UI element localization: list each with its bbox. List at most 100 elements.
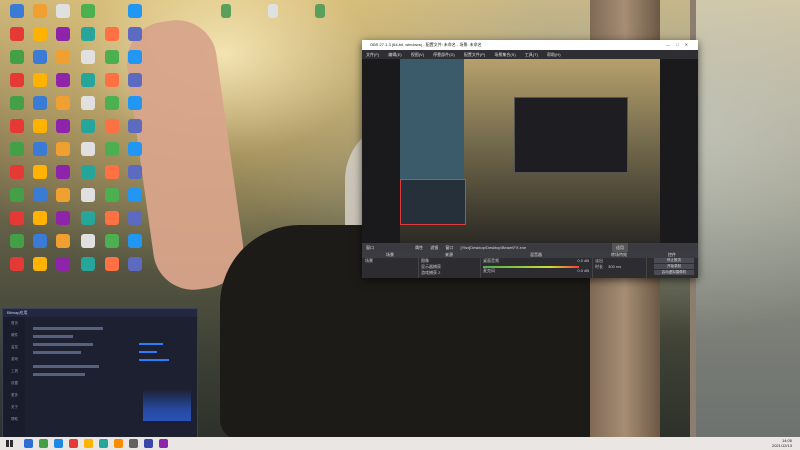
desktop-icon[interactable] xyxy=(52,73,74,88)
desktop-icon[interactable] xyxy=(124,96,146,111)
desktop-icon[interactable] xyxy=(124,4,146,19)
source-item-game[interactable]: 游戏捕获 2 xyxy=(418,270,480,276)
dashboard-window[interactable]: Bitmap应用 首页 硬件 监控 游戏 工具 设置 更多 关于 帮助 xyxy=(2,308,198,438)
desktop-icon[interactable] xyxy=(29,165,51,180)
desktop-icon[interactable] xyxy=(52,257,74,272)
taskbar-app-icon[interactable] xyxy=(144,439,153,448)
transition-duration[interactable]: 时长 300 ms xyxy=(592,264,646,270)
desktop-icon[interactable] xyxy=(77,165,99,180)
desktop-icon[interactable] xyxy=(77,234,99,249)
taskbar-app-icon[interactable] xyxy=(99,439,108,448)
menu-scene-collection[interactable]: 场景集合(S) xyxy=(494,52,515,57)
desktop-icon[interactable] xyxy=(101,142,123,157)
desktop-icon[interactable] xyxy=(77,142,99,157)
desktop-icon[interactable] xyxy=(52,27,74,42)
system-tray-clock[interactable]: 14:05 2021/12/13 xyxy=(772,438,792,448)
desktop-icon[interactable] xyxy=(52,96,74,111)
close-icon[interactable]: ✕ xyxy=(685,42,694,47)
dash-nav-tools[interactable]: 工具 xyxy=(3,365,25,377)
desktop-icon[interactable] xyxy=(101,27,123,42)
apply-button[interactable]: 适用 xyxy=(612,243,628,252)
menu-view[interactable]: 视图(V) xyxy=(411,52,424,57)
dash-nav-monitor[interactable]: 监控 xyxy=(3,341,25,353)
desktop-icon[interactable] xyxy=(77,50,99,65)
menu-profile[interactable]: 配置文件(P) xyxy=(464,52,485,57)
desktop-icon[interactable] xyxy=(29,257,51,272)
desktop-icon[interactable] xyxy=(101,188,123,203)
desktop-icon[interactable] xyxy=(52,119,74,134)
menu-edit[interactable]: 编辑(E) xyxy=(388,52,401,57)
desktop-icon[interactable] xyxy=(52,165,74,180)
desktop-icon[interactable] xyxy=(101,257,123,272)
desktop-icon[interactable] xyxy=(124,119,146,134)
mixer-desktop-meter[interactable] xyxy=(483,266,579,268)
desktop-icon[interactable] xyxy=(6,27,28,42)
desktop-icon[interactable] xyxy=(52,142,74,157)
desktop-icon[interactable] xyxy=(6,50,28,65)
desktop-file-icon[interactable] xyxy=(309,4,331,19)
desktop-icon[interactable] xyxy=(52,234,74,249)
desktop-file-icon[interactable] xyxy=(215,4,237,19)
desktop-icon[interactable] xyxy=(124,165,146,180)
desktop-icon[interactable] xyxy=(77,96,99,111)
desktop-icon[interactable] xyxy=(29,4,51,19)
taskbar-app-icon[interactable] xyxy=(54,439,63,448)
stop-streaming-button[interactable]: 停止推流 xyxy=(654,258,694,263)
obs-titlebar[interactable]: OBS 27.1.3 (64-bit, windows) - 配置文件: 未命名… xyxy=(362,40,698,50)
desktop-file-icon[interactable] xyxy=(262,4,284,19)
desktop-icon[interactable] xyxy=(52,188,74,203)
desktop-icon[interactable] xyxy=(6,211,28,226)
obs-preview[interactable] xyxy=(362,59,698,243)
start-button-icon[interactable] xyxy=(6,440,13,447)
desktop-icon[interactable] xyxy=(101,50,123,65)
desktop-icon[interactable] xyxy=(52,50,74,65)
desktop-icon[interactable] xyxy=(6,188,28,203)
desktop-icon[interactable] xyxy=(6,4,28,19)
properties-button[interactable]: 属性 xyxy=(415,245,423,250)
desktop-icon[interactable] xyxy=(124,50,146,65)
taskbar-app-icon[interactable] xyxy=(24,439,33,448)
desktop-icon[interactable] xyxy=(6,165,28,180)
dash-nav-about[interactable]: 关于 xyxy=(3,401,25,413)
desktop-icon[interactable] xyxy=(77,257,99,272)
desktop-icon[interactable] xyxy=(29,73,51,88)
desktop-icon[interactable] xyxy=(124,211,146,226)
desktop-icon[interactable] xyxy=(77,4,99,19)
desktop-icon[interactable] xyxy=(124,257,146,272)
minimize-icon[interactable]: — xyxy=(666,42,676,47)
desktop-icon[interactable] xyxy=(77,211,99,226)
desktop-icon[interactable] xyxy=(101,165,123,180)
taskbar-app-icon[interactable] xyxy=(129,439,138,448)
menu-tools[interactable]: 工具(T) xyxy=(525,52,538,57)
desktop-icon[interactable] xyxy=(124,73,146,88)
dash-nav-help[interactable]: 帮助 xyxy=(3,413,25,425)
desktop-icon[interactable] xyxy=(124,188,146,203)
desktop-icon[interactable] xyxy=(52,211,74,226)
desktop-icon[interactable] xyxy=(101,234,123,249)
maximize-icon[interactable]: □ xyxy=(676,42,684,47)
dash-nav-more[interactable]: 更多 xyxy=(3,389,25,401)
desktop-icon[interactable] xyxy=(77,27,99,42)
desktop-icon[interactable] xyxy=(124,142,146,157)
desktop-icon[interactable] xyxy=(29,96,51,111)
desktop-icon[interactable] xyxy=(124,27,146,42)
taskbar-app-icon[interactable] xyxy=(114,439,123,448)
desktop-icon[interactable] xyxy=(29,27,51,42)
desktop-icon[interactable] xyxy=(77,188,99,203)
dash-nav-settings[interactable]: 设置 xyxy=(3,377,25,389)
desktop-icon[interactable] xyxy=(29,142,51,157)
preview-selected-source[interactable] xyxy=(400,179,466,225)
desktop-icon[interactable] xyxy=(6,234,28,249)
desktop-icon[interactable] xyxy=(77,73,99,88)
desktop-icon[interactable] xyxy=(52,4,74,19)
desktop-icon[interactable] xyxy=(101,73,123,88)
desktop-icon[interactable] xyxy=(101,96,123,111)
filters-button[interactable]: 滤镜 xyxy=(430,245,438,250)
menu-file[interactable]: 文件(F) xyxy=(366,52,379,57)
desktop-icon[interactable] xyxy=(29,119,51,134)
window-controls[interactable]: —□✕ xyxy=(666,40,694,50)
taskbar-app-icon[interactable] xyxy=(69,439,78,448)
taskbar-app-icon[interactable] xyxy=(84,439,93,448)
dash-nav-games[interactable]: 游戏 xyxy=(3,353,25,365)
desktop-icon[interactable] xyxy=(6,96,28,111)
